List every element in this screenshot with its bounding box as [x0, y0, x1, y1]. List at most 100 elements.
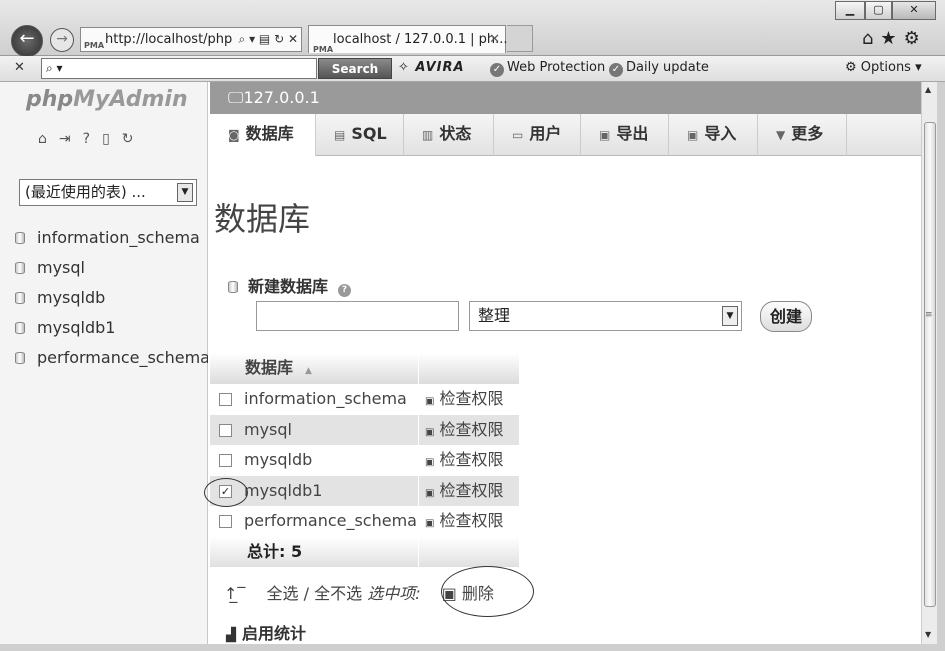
browser-tab[interactable]: PMA localhost / 127.0.0.1 | ph... ✕	[308, 25, 508, 54]
browser-tools-icons[interactable]: ⌂★⚙	[862, 28, 927, 49]
dropdown-arrow-icon[interactable]: ▼	[177, 183, 193, 202]
enable-statistics-link[interactable]: ▟ 启用统计	[226, 620, 306, 644]
sidebar-db-label: mysqldb	[37, 288, 106, 307]
status-icon: ▥	[422, 128, 434, 142]
check-privileges-link[interactable]: ▣ 检查权限	[425, 445, 503, 478]
database-link[interactable]: performance_schema	[244, 506, 417, 536]
toolbar-search-button[interactable]: Search	[318, 58, 392, 79]
scrollbar-thumb[interactable]	[924, 122, 936, 607]
sidebar-db-item[interactable]: mysqldb1	[15, 318, 115, 337]
docs-icon[interactable]: ▯	[102, 131, 122, 147]
with-selected-label: 选中项:	[367, 584, 421, 603]
column-divider	[418, 445, 419, 476]
sidebar-quick-icons[interactable]: ⌂⇥?▯↻	[38, 131, 146, 147]
column-header-database[interactable]: 数据库 ▲	[245, 353, 312, 386]
page-title: 数据库	[214, 200, 311, 238]
tab-databases[interactable]: ◙ 数据库	[210, 114, 316, 156]
privileges-icon: ▣	[425, 518, 435, 529]
database-link[interactable]: mysql	[244, 415, 292, 445]
sidebar-db-item[interactable]: information_schema	[15, 228, 200, 247]
sidebar-db-label: performance_schema	[37, 348, 208, 367]
scroll-down-icon[interactable]: ▼	[925, 630, 931, 639]
tab-export[interactable]: ▣ 导出	[581, 114, 669, 156]
address-text: http://localhost/php	[105, 32, 233, 47]
dropdown-arrow-icon[interactable]: ▼	[722, 306, 738, 326]
chart-icon: ▟	[226, 628, 236, 643]
database-link[interactable]: mysqldb1	[244, 476, 322, 506]
window-frame-bottom	[0, 644, 945, 651]
sidebar-db-item[interactable]: mysqldb	[15, 288, 105, 307]
database-link[interactable]: information_schema	[244, 384, 407, 414]
check-privileges-link[interactable]: ▣ 检查权限	[425, 384, 503, 417]
table-row: information_schema ▣ 检查权限	[210, 384, 519, 415]
tab-import[interactable]: ▣ 导入	[669, 114, 758, 156]
database-icon	[15, 232, 25, 244]
table-total-row: 总计: 5	[210, 536, 519, 567]
forward-button[interactable]: →	[50, 28, 74, 52]
new-database-name-input[interactable]	[256, 301, 459, 331]
main-tabs: ◙ 数据库 ▤ SQL ▥ 状态 ▭ 用户 ▣ 导出 ▣ 导入 ▼ 更多	[210, 114, 921, 156]
create-button[interactable]: 创建	[760, 301, 812, 332]
avira-text: AVIRA	[415, 60, 465, 75]
check-icon: ✓	[609, 63, 623, 77]
database-icon	[15, 352, 25, 364]
pma-favicon-icon: PMA	[84, 41, 105, 50]
options-button[interactable]: ⚙ Options ▾	[845, 60, 922, 75]
maximize-button[interactable]: ▢	[865, 1, 892, 20]
sidebar-db-item[interactable]: performance_schema	[15, 348, 208, 367]
help-icon[interactable]: ?	[83, 131, 102, 147]
vertical-scrollbar[interactable]: ▲ ≡ ▼	[921, 82, 937, 644]
minimize-button[interactable]: ▁	[835, 1, 865, 20]
collation-select[interactable]: 整理 ▼	[469, 301, 742, 331]
row-checkbox[interactable]	[219, 393, 232, 406]
database-link[interactable]: mysqldb	[244, 445, 312, 475]
tab-sql[interactable]: ▤ SQL	[316, 114, 404, 156]
collation-value: 整理	[478, 306, 511, 325]
check-privileges-link[interactable]: ▣ 检查权限	[425, 506, 503, 539]
privileges-label: 检查权限	[439, 511, 504, 530]
new-tab-button[interactable]	[507, 25, 533, 52]
recent-select-value: (最近使用的表) ...	[25, 183, 146, 201]
table-row: ✓ mysqldb1 ▣ 检查权限	[210, 475, 519, 509]
toolbar-close-icon[interactable]: ✕	[14, 60, 25, 75]
tab-close-icon[interactable]: ✕	[489, 26, 500, 53]
help-icon[interactable]: ?	[338, 284, 352, 297]
select-all-link[interactable]: 全选	[267, 584, 299, 603]
select-none-link[interactable]: 全不选	[314, 584, 362, 603]
recent-tables-select[interactable]: (最近使用的表) ... ▼	[19, 179, 197, 206]
row-checkbox[interactable]	[219, 515, 232, 528]
phpmyadmin-logo[interactable]: phpMyAdmin	[26, 87, 188, 112]
address-tools-icon[interactable]: ⌕ ▾ ▤ ↻ ✕	[239, 28, 298, 51]
tab-users[interactable]: ▭ 用户	[494, 114, 581, 156]
databases-table: 数据库 ▲ information_schema ▣ 检查权限 mysql ▣ 检查权…	[210, 353, 519, 567]
row-checkbox[interactable]	[219, 423, 232, 437]
create-db-label: 新建数据库	[248, 277, 329, 296]
check-privileges-link[interactable]: ▣ 检查权限	[425, 415, 503, 448]
home-icon[interactable]: ⌂	[38, 131, 59, 147]
row-checkbox[interactable]	[219, 454, 232, 467]
exit-icon[interactable]: ⇥	[59, 131, 83, 147]
address-bar[interactable]: PMA http://localhost/php ⌕ ▾ ▤ ↻ ✕	[80, 27, 302, 52]
sort-ascending-icon[interactable]: ▲	[305, 366, 312, 376]
stats-label: 启用统计	[242, 624, 307, 643]
check-privileges-link[interactable]: ▣ 检查权限	[425, 476, 503, 509]
server-breadcrumb[interactable]: 🖵127.0.0.1	[210, 82, 921, 114]
create-db-heading: 新建数据库?	[228, 273, 352, 297]
sidebar-db-item[interactable]: mysql	[15, 258, 85, 277]
scroll-up-icon[interactable]: ▲	[925, 85, 931, 94]
web-protection-button[interactable]: ✓ Web Protection	[490, 60, 605, 77]
toolbar-search-input[interactable]: ⌕ ▾	[41, 58, 317, 79]
column-header-label: 数据库	[245, 358, 294, 377]
database-icon: ◙	[228, 128, 240, 142]
logo-myadmin: MyAdmin	[73, 87, 188, 112]
tab-label: 更多	[791, 124, 824, 143]
reload-icon[interactable]: ↻	[122, 131, 146, 147]
tab-more[interactable]: ▼ 更多	[758, 114, 847, 156]
table-row: mysql ▣ 检查权限	[210, 414, 519, 448]
options-label: Options	[860, 60, 911, 75]
total-count: 总计: 5	[247, 541, 303, 561]
close-window-button[interactable]: ✕	[892, 1, 936, 20]
tab-status[interactable]: ▥ 状态	[404, 114, 494, 156]
daily-update-button[interactable]: ✓ Daily update	[609, 60, 709, 77]
back-button[interactable]: ←	[11, 25, 43, 57]
